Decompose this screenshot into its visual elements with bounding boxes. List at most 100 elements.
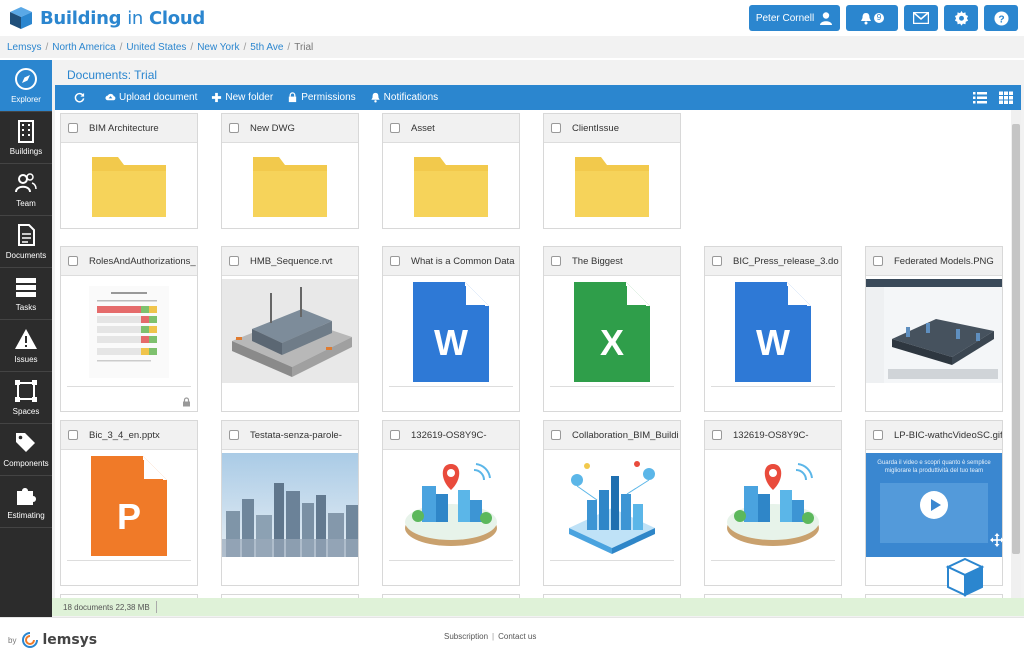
grid-view-icon[interactable] [999,91,1013,104]
select-checkbox[interactable] [229,256,239,266]
breadcrumb-item[interactable]: North America [52,42,115,53]
sidebar-item-explorer[interactable]: Explorer [0,60,52,112]
notifications-button[interactable]: 9 [846,5,898,31]
user-menu-button[interactable]: Peter Cornell [749,5,840,31]
card-divider [550,386,674,387]
sidebar-item-team[interactable]: Team [0,164,52,216]
select-checkbox[interactable] [390,430,400,440]
sidebar-item-issues[interactable]: Issues [0,320,52,372]
select-checkbox[interactable] [68,256,78,266]
file-card[interactable]: 132619-OS8Y9C- [704,420,842,586]
building-icon [18,120,34,143]
breadcrumb-item[interactable]: New York [197,42,239,53]
messages-button[interactable] [904,5,938,31]
breadcrumb-item[interactable]: Lemsys [7,42,41,53]
sidebar-item-label: Team [16,199,36,208]
file-name: Bic_3_4_en.pptx [89,429,160,441]
file-card[interactable]: Federated Models.PNG [865,246,1003,412]
select-checkbox[interactable] [229,430,239,440]
file-card[interactable]: 132619-OS8Y9C- [382,420,520,586]
documents-grid: BIM Architecture New DWG Asset ClientIss… [55,110,1021,598]
sidebar-item-label: Spaces [12,407,40,416]
card-body [61,276,197,388]
sidebar-item-spaces[interactable]: Spaces [0,372,52,424]
select-checkbox[interactable] [551,123,561,133]
file-card[interactable]: BIC_Press_release_3.do W [704,246,842,412]
notification-count-badge: 9 [873,13,885,23]
card-header: Bic_3_4_en.pptx [61,421,197,450]
permissions-button[interactable]: Permissions [287,92,356,103]
lemsys-brand[interactable]: lemsys [42,632,97,648]
select-checkbox[interactable] [229,123,239,133]
card-header: RolesAndAuthorizations_ [61,247,197,276]
move-icon[interactable] [990,533,1004,547]
sidebar-item-tasks[interactable]: Tasks [0,268,52,320]
select-checkbox[interactable] [873,430,883,440]
sidebar-item-documents[interactable]: Documents [0,216,52,268]
cloud-upload-icon [105,93,116,101]
folder-card[interactable]: New DWG [221,113,359,229]
select-checkbox[interactable] [390,123,400,133]
select-checkbox[interactable] [712,430,722,440]
file-card[interactable]: RolesAndAuthorizations_ [60,246,198,412]
file-card[interactable]: What is a Common Data W [382,246,520,412]
documents-toolbar: Upload document New folder Permissions N… [55,85,1021,110]
app-logo[interactable]: Building in Cloud [8,5,205,31]
list-view-icon[interactable] [973,91,987,104]
new-folder-button[interactable]: New folder [211,92,273,103]
warning-icon [15,329,37,349]
powerpoint-icon: P [91,456,167,556]
select-checkbox[interactable] [68,123,78,133]
notifications-toolbar-button[interactable]: Notifications [370,92,438,103]
folder-card[interactable]: BIM Architecture [60,113,198,229]
folder-card[interactable]: Asset [382,113,520,229]
sidebar-item-label: Issues [14,355,38,364]
select-checkbox[interactable] [712,256,722,266]
scroll-thumb[interactable] [1012,124,1020,554]
video-thumbnail[interactable]: Guarda il video e scopri quanto è sempli… [866,453,1002,557]
file-card[interactable]: Bic_3_4_en.pptx P [60,420,198,586]
tasks-icon [16,278,36,297]
folder-card[interactable]: ClientIssue [543,113,681,229]
envelope-icon [913,12,929,24]
upload-document-button[interactable]: Upload document [105,92,197,103]
subscription-link[interactable]: Subscription [444,632,488,641]
card-header: Asset [383,114,519,143]
smart-city-illustration [727,463,819,546]
contact-us-link[interactable]: Contact us [498,632,536,641]
select-checkbox[interactable] [873,256,883,266]
file-card[interactable]: The Biggest X [543,246,681,412]
sidebar-item-components[interactable]: Components [0,424,52,476]
file-card[interactable]: Testata-senza-parole- [221,420,359,586]
scrollbar[interactable] [1011,110,1021,598]
file-card[interactable]: Collaboration_BIM_Buildi [543,420,681,586]
sidebar-item-buildings[interactable]: Buildings [0,112,52,164]
sidebar-item-label: Estimating [7,511,45,520]
help-button[interactable]: ? [984,5,1018,31]
lemsys-logo-icon [22,632,39,648]
breadcrumb-item[interactable]: 5th Ave [250,42,283,53]
select-checkbox[interactable] [390,256,400,266]
footer-separator: | [492,632,495,641]
select-checkbox[interactable] [68,430,78,440]
refresh-button[interactable] [74,92,88,103]
settings-button[interactable] [944,5,978,31]
select-checkbox[interactable] [551,256,561,266]
select-checkbox[interactable] [551,430,561,440]
sidebar-item-estimating[interactable]: Estimating [0,476,52,528]
file-name: Collaboration_BIM_Buildi [572,429,679,441]
sidebar-item-label: Buildings [9,147,43,156]
card-divider [67,560,191,561]
breadcrumb-separator: / [287,41,291,53]
plus-icon [212,92,222,103]
play-icon[interactable] [919,490,949,520]
3d-viewer-cube-icon[interactable] [945,557,985,597]
file-card[interactable]: HMB_Sequence.rvt [221,246,359,412]
gear-icon [954,10,968,26]
card-divider [711,560,835,561]
folder-icon [253,157,327,217]
breadcrumb-item[interactable]: United States [126,42,186,53]
lock-icon [183,397,190,407]
puzzle-icon [17,488,36,505]
card-body: W [705,276,841,388]
